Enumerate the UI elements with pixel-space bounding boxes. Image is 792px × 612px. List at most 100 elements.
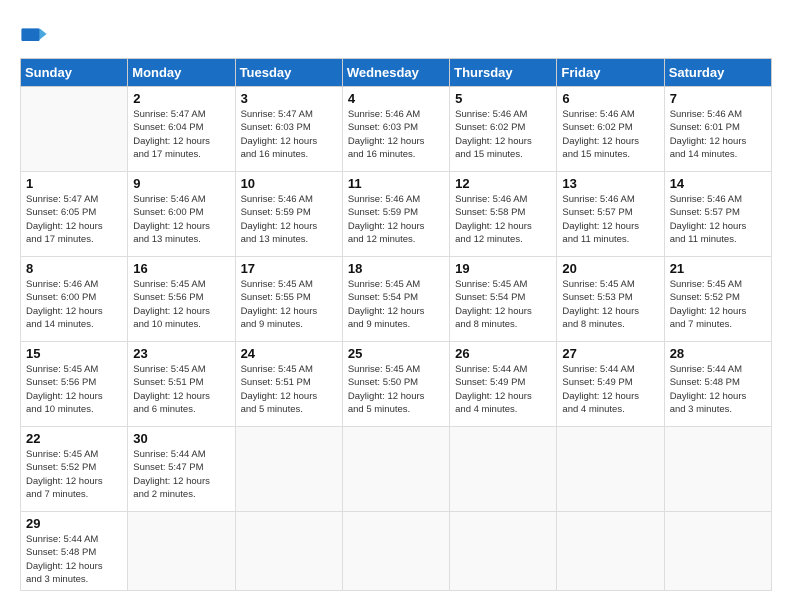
col-header-saturday: Saturday [664, 59, 771, 87]
day-info: Sunrise: 5:45 AM Sunset: 5:55 PM Dayligh… [241, 278, 337, 331]
col-header-thursday: Thursday [450, 59, 557, 87]
day-number: 26 [455, 346, 551, 361]
day-number: 4 [348, 91, 444, 106]
col-header-friday: Friday [557, 59, 664, 87]
day-number: 8 [26, 261, 122, 276]
calendar-cell-w0d1: 2 Sunrise: 5:47 AM Sunset: 6:04 PM Daylig… [128, 87, 235, 172]
calendar-cell-w2d3: 18 Sunrise: 5:45 AM Sunset: 5:54 PM Dayli… [342, 257, 449, 342]
calendar-cell-w5d2 [235, 512, 342, 591]
col-header-wednesday: Wednesday [342, 59, 449, 87]
day-info: Sunrise: 5:46 AM Sunset: 6:00 PM Dayligh… [133, 193, 229, 246]
day-info: Sunrise: 5:46 AM Sunset: 6:03 PM Dayligh… [348, 108, 444, 161]
day-info: Sunrise: 5:44 AM Sunset: 5:47 PM Dayligh… [133, 448, 229, 501]
day-info: Sunrise: 5:45 AM Sunset: 5:56 PM Dayligh… [133, 278, 229, 331]
day-number: 11 [348, 176, 444, 191]
day-info: Sunrise: 5:45 AM Sunset: 5:52 PM Dayligh… [26, 448, 122, 501]
calendar-cell-w3d0: 15 Sunrise: 5:45 AM Sunset: 5:56 PM Dayli… [21, 342, 128, 427]
day-number: 27 [562, 346, 658, 361]
calendar-cell-w3d1: 23 Sunrise: 5:45 AM Sunset: 5:51 PM Dayli… [128, 342, 235, 427]
day-number: 24 [241, 346, 337, 361]
calendar-cell-w1d5: 13Sunrise: 5:46 AM Sunset: 5:57 PM Dayli… [557, 172, 664, 257]
day-number: 18 [348, 261, 444, 276]
day-number: 29 [26, 516, 122, 531]
calendar-cell-w5d4 [450, 512, 557, 591]
day-info: Sunrise: 5:46 AM Sunset: 6:00 PM Dayligh… [26, 278, 122, 331]
calendar-cell-w4d6 [664, 427, 771, 512]
calendar-cell-w3d5: 27 Sunrise: 5:44 AM Sunset: 5:49 PM Dayli… [557, 342, 664, 427]
calendar-cell-w2d6: 21 Sunrise: 5:45 AM Sunset: 5:52 PM Dayli… [664, 257, 771, 342]
day-info: Sunrise: 5:46 AM Sunset: 5:57 PM Dayligh… [562, 193, 658, 246]
calendar-cell-w0d6: 7 Sunrise: 5:46 AM Sunset: 6:01 PM Daylig… [664, 87, 771, 172]
day-number: 23 [133, 346, 229, 361]
calendar-cell-w3d2: 24 Sunrise: 5:45 AM Sunset: 5:51 PM Dayli… [235, 342, 342, 427]
day-info: Sunrise: 5:45 AM Sunset: 5:51 PM Dayligh… [241, 363, 337, 416]
calendar-cell-w5d6 [664, 512, 771, 591]
day-info: Sunrise: 5:46 AM Sunset: 5:59 PM Dayligh… [348, 193, 444, 246]
day-info: Sunrise: 5:46 AM Sunset: 6:02 PM Dayligh… [455, 108, 551, 161]
calendar-cell-w1d1: 9 Sunrise: 5:46 AM Sunset: 6:00 PM Daylig… [128, 172, 235, 257]
day-info: Sunrise: 5:46 AM Sunset: 6:01 PM Dayligh… [670, 108, 766, 161]
logo [20, 20, 52, 48]
day-info: Sunrise: 5:44 AM Sunset: 5:48 PM Dayligh… [26, 533, 122, 586]
day-number: 28 [670, 346, 766, 361]
calendar-cell-w2d0: 8 Sunrise: 5:46 AM Sunset: 6:00 PM Daylig… [21, 257, 128, 342]
calendar-cell-w2d2: 17 Sunrise: 5:45 AM Sunset: 5:55 PM Dayli… [235, 257, 342, 342]
day-number: 2 [133, 91, 229, 106]
day-info: Sunrise: 5:45 AM Sunset: 5:56 PM Dayligh… [26, 363, 122, 416]
calendar-cell-w2d1: 16 Sunrise: 5:45 AM Sunset: 5:56 PM Dayli… [128, 257, 235, 342]
day-number: 15 [26, 346, 122, 361]
day-number: 9 [133, 176, 229, 191]
calendar-cell-w5d1 [128, 512, 235, 591]
calendar-cell-w1d3: 11 Sunrise: 5:46 AM Sunset: 5:59 PM Dayli… [342, 172, 449, 257]
calendar-cell-w4d4 [450, 427, 557, 512]
day-info: Sunrise: 5:44 AM Sunset: 5:49 PM Dayligh… [562, 363, 658, 416]
calendar-cell-w4d2 [235, 427, 342, 512]
day-info: Sunrise: 5:46 AM Sunset: 6:02 PM Dayligh… [562, 108, 658, 161]
day-number: 1 [26, 176, 122, 191]
day-info: Sunrise: 5:46 AM Sunset: 5:58 PM Dayligh… [455, 193, 551, 246]
day-info: Sunrise: 5:45 AM Sunset: 5:52 PM Dayligh… [670, 278, 766, 331]
calendar-cell-w2d5: 20Sunrise: 5:45 AM Sunset: 5:53 PM Dayli… [557, 257, 664, 342]
day-info: Sunrise: 5:47 AM Sunset: 6:04 PM Dayligh… [133, 108, 229, 161]
col-header-tuesday: Tuesday [235, 59, 342, 87]
day-number: 5 [455, 91, 551, 106]
day-number: 6 [562, 91, 658, 106]
day-number: 17 [241, 261, 337, 276]
calendar-cell-w5d3 [342, 512, 449, 591]
calendar-cell-w4d3 [342, 427, 449, 512]
logo-icon [20, 20, 48, 48]
calendar-cell-w0d5: 6 Sunrise: 5:46 AM Sunset: 6:02 PM Daylig… [557, 87, 664, 172]
day-info: Sunrise: 5:44 AM Sunset: 5:49 PM Dayligh… [455, 363, 551, 416]
calendar-cell-w2d4: 19 Sunrise: 5:45 AM Sunset: 5:54 PM Dayli… [450, 257, 557, 342]
calendar-cell-w3d6: 28 Sunrise: 5:44 AM Sunset: 5:48 PM Dayli… [664, 342, 771, 427]
calendar-cell-w0d0 [21, 87, 128, 172]
col-header-monday: Monday [128, 59, 235, 87]
calendar-cell-w4d0: 22 Sunrise: 5:45 AM Sunset: 5:52 PM Dayli… [21, 427, 128, 512]
day-number: 22 [26, 431, 122, 446]
day-info: Sunrise: 5:45 AM Sunset: 5:54 PM Dayligh… [455, 278, 551, 331]
calendar-table: SundayMondayTuesdayWednesdayThursdayFrid… [20, 58, 772, 591]
calendar-cell-w1d4: 12Sunrise: 5:46 AM Sunset: 5:58 PM Dayli… [450, 172, 557, 257]
calendar-cell-w0d4: 5 Sunrise: 5:46 AM Sunset: 6:02 PM Daylig… [450, 87, 557, 172]
day-number: 20 [562, 261, 658, 276]
day-info: Sunrise: 5:47 AM Sunset: 6:05 PM Dayligh… [26, 193, 122, 246]
calendar-cell-w1d0: 1 Sunrise: 5:47 AM Sunset: 6:05 PM Daylig… [21, 172, 128, 257]
day-number: 21 [670, 261, 766, 276]
day-number: 14 [670, 176, 766, 191]
day-info: Sunrise: 5:45 AM Sunset: 5:54 PM Dayligh… [348, 278, 444, 331]
day-number: 7 [670, 91, 766, 106]
calendar-cell-w0d3: 4 Sunrise: 5:46 AM Sunset: 6:03 PM Daylig… [342, 87, 449, 172]
calendar-cell-w5d0: 29 Sunrise: 5:44 AM Sunset: 5:48 PM Dayli… [21, 512, 128, 591]
calendar-cell-w1d6: 14Sunrise: 5:46 AM Sunset: 5:57 PM Dayli… [664, 172, 771, 257]
calendar-cell-w5d5 [557, 512, 664, 591]
calendar-cell-w4d5 [557, 427, 664, 512]
day-number: 10 [241, 176, 337, 191]
day-number: 25 [348, 346, 444, 361]
calendar-cell-w4d1: 30Sunrise: 5:44 AM Sunset: 5:47 PM Dayli… [128, 427, 235, 512]
day-info: Sunrise: 5:45 AM Sunset: 5:51 PM Dayligh… [133, 363, 229, 416]
day-info: Sunrise: 5:44 AM Sunset: 5:48 PM Dayligh… [670, 363, 766, 416]
day-number: 19 [455, 261, 551, 276]
day-info: Sunrise: 5:47 AM Sunset: 6:03 PM Dayligh… [241, 108, 337, 161]
calendar-cell-w3d4: 26 Sunrise: 5:44 AM Sunset: 5:49 PM Dayli… [450, 342, 557, 427]
day-number: 16 [133, 261, 229, 276]
